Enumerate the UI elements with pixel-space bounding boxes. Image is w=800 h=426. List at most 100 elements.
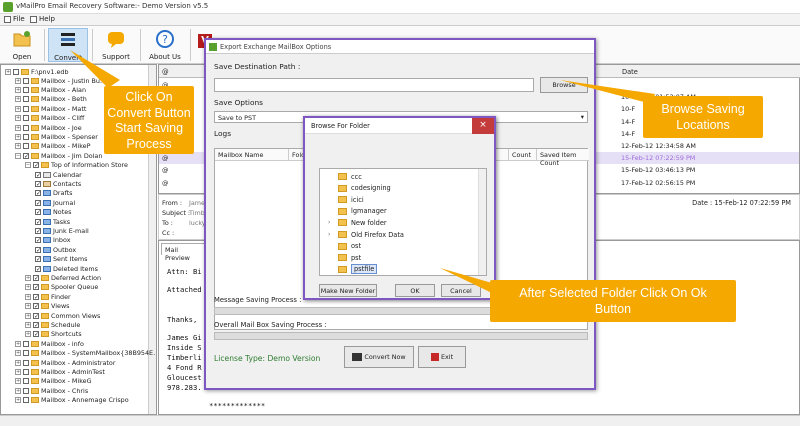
tree-checkbox[interactable] <box>23 340 29 347</box>
expand-toggle-icon[interactable]: + <box>15 350 21 357</box>
tree-checkbox[interactable] <box>23 96 29 103</box>
tree-item[interactable]: ✓ Drafts <box>35 189 72 198</box>
tree-item[interactable]: + ✓ Shortcuts <box>25 330 82 339</box>
grid-header-date[interactable]: Date <box>619 65 800 78</box>
tree-checkbox[interactable] <box>23 368 29 375</box>
ok-button[interactable]: OK <box>395 284 435 297</box>
tree-checkbox[interactable] <box>23 143 29 150</box>
tree-item[interactable]: ✓ Contacts <box>35 179 81 188</box>
menu-help[interactable]: Help <box>30 15 55 23</box>
tree-checkbox[interactable] <box>23 387 29 394</box>
tree-item[interactable]: + Mailbox - info <box>15 339 84 348</box>
tree-checkbox[interactable] <box>23 124 29 131</box>
expand-toggle-icon[interactable]: + <box>25 293 31 300</box>
convert-now-button[interactable]: Convert Now <box>344 346 414 368</box>
expand-toggle-icon[interactable]: + <box>25 312 31 319</box>
close-icon[interactable]: × <box>472 118 494 134</box>
tree-checkbox[interactable] <box>23 397 29 404</box>
support-button[interactable]: Support <box>96 28 136 62</box>
tree-item[interactable]: + ✓ Views <box>25 302 70 311</box>
tree-item[interactable]: + F:\pnv1.edb <box>5 67 69 76</box>
tree-item[interactable]: ✓ Tasks <box>35 217 70 226</box>
tree-checkbox[interactable]: ✓ <box>35 256 41 263</box>
tree-item[interactable]: ✓ Journal <box>35 198 75 207</box>
about-button[interactable]: ? About Us <box>144 28 186 62</box>
expand-toggle-icon[interactable]: + <box>15 115 21 122</box>
tree-item[interactable]: ✓ Inbox <box>35 236 71 245</box>
tree-checkbox[interactable] <box>23 350 29 357</box>
tree-item[interactable]: + Mailbox - Cliff <box>15 114 84 123</box>
tree-checkbox[interactable]: ✓ <box>35 180 41 187</box>
open-button[interactable]: Open <box>4 28 40 62</box>
tree-checkbox[interactable]: ✓ <box>33 303 39 310</box>
tree-checkbox[interactable]: ✓ <box>33 321 39 328</box>
folder-item[interactable]: ccc <box>328 171 362 182</box>
tree-item[interactable]: ✓ Calendar <box>35 170 82 179</box>
cancel-button[interactable]: Cancel <box>441 284 481 297</box>
tree-item[interactable]: + Mailbox - Beth <box>15 95 87 104</box>
folder-item[interactable]: ost <box>328 241 361 252</box>
expand-toggle-icon[interactable]: + <box>15 86 21 93</box>
tree-checkbox[interactable] <box>23 115 29 122</box>
col-count[interactable]: Count <box>509 149 537 161</box>
tree-checkbox[interactable]: ✓ <box>35 218 41 225</box>
chevron-right-icon[interactable]: › <box>328 219 334 226</box>
col-saved-count[interactable]: Saved Item Count <box>537 149 589 167</box>
tree-item[interactable]: + Mailbox - MikeP <box>15 142 90 151</box>
tree-item[interactable]: + Mailbox - Administrator <box>15 358 115 367</box>
tree-item[interactable]: + Mailbox - AdminTest <box>15 367 105 376</box>
folder-item[interactable]: › Old Firefox Data <box>328 229 404 240</box>
tree-item[interactable]: + Mailbox - Joe <box>15 123 82 132</box>
tree-checkbox[interactable]: ✓ <box>35 237 41 244</box>
tab-mail-preview[interactable]: Mail Preview <box>161 243 205 262</box>
tree-checkbox[interactable]: ✓ <box>35 209 41 216</box>
tree-checkbox[interactable] <box>23 105 29 112</box>
expand-toggle-icon[interactable]: + <box>15 340 21 347</box>
folder-item[interactable]: › New folder <box>328 217 387 228</box>
tree-checkbox[interactable]: ✓ <box>35 190 41 197</box>
expand-toggle-icon[interactable]: − <box>25 162 31 169</box>
chevron-right-icon[interactable]: › <box>328 231 334 238</box>
tree-item[interactable]: + ✓ Common Views <box>25 311 100 320</box>
tree-item[interactable]: + Mailbox - Spenser <box>15 132 98 141</box>
tree-checkbox[interactable]: ✓ <box>33 274 39 281</box>
tree-checkbox[interactable]: ✓ <box>35 227 41 234</box>
tree-item[interactable]: + Mailbox - MikeG <box>15 377 92 386</box>
tree-item[interactable]: + Mailbox - Matt <box>15 104 86 113</box>
tree-item[interactable]: + ✓ Spooler Queue <box>25 283 98 292</box>
tree-item[interactable]: ✓ Sent Items <box>35 255 87 264</box>
expand-toggle-icon[interactable]: + <box>25 331 31 338</box>
folder-tree-scrollbar[interactable] <box>478 169 486 275</box>
tree-checkbox[interactable]: ✓ <box>33 162 39 169</box>
tree-checkbox[interactable]: ✓ <box>35 265 41 272</box>
expand-toggle-icon[interactable]: + <box>15 143 21 150</box>
exit-button[interactable]: Exit <box>418 346 466 368</box>
tree-item[interactable]: ✓ Junk E-mail <box>35 226 89 235</box>
expand-toggle-icon[interactable]: + <box>25 284 31 291</box>
tree-checkbox[interactable] <box>23 378 29 385</box>
convert-button[interactable]: Convert <box>48 28 88 62</box>
tree-checkbox[interactable] <box>23 133 29 140</box>
tree-item[interactable]: ✓ Outbox <box>35 245 76 254</box>
expand-toggle-icon[interactable]: + <box>25 321 31 328</box>
tree-checkbox[interactable]: ✓ <box>23 152 29 159</box>
tree-item[interactable]: − ✓ Mailbox - Jim Dolan <box>15 151 102 160</box>
expand-toggle-icon[interactable]: + <box>25 303 31 310</box>
tree-checkbox[interactable]: ✓ <box>35 246 41 253</box>
tree-item[interactable]: + ✓ Finder <box>25 292 71 301</box>
tree-checkbox[interactable] <box>23 359 29 366</box>
tree-item[interactable]: + Mailbox - Annemage Crispo <box>15 396 129 405</box>
tree-item[interactable]: ✓ Deleted Items <box>35 264 98 273</box>
make-new-folder-button[interactable]: Make New Folder <box>319 284 377 297</box>
expand-toggle-icon[interactable]: + <box>15 77 21 84</box>
tree-checkbox[interactable] <box>13 68 19 75</box>
tree-item[interactable]: + Mailbox - Chris <box>15 386 88 395</box>
tree-item[interactable]: + ✓ Deferred Action <box>25 273 101 282</box>
tree-item[interactable]: + Mailbox - SystemMailbox{38B954E… <box>15 349 156 358</box>
expand-toggle-icon[interactable]: + <box>15 397 21 404</box>
expand-toggle-icon[interactable]: + <box>15 124 21 131</box>
destination-path-input[interactable] <box>214 78 534 92</box>
expand-toggle-icon[interactable]: + <box>15 96 21 103</box>
tree-item[interactable]: ✓ Notes <box>35 208 71 217</box>
col-mailbox-name[interactable]: Mailbox Name <box>215 149 289 161</box>
